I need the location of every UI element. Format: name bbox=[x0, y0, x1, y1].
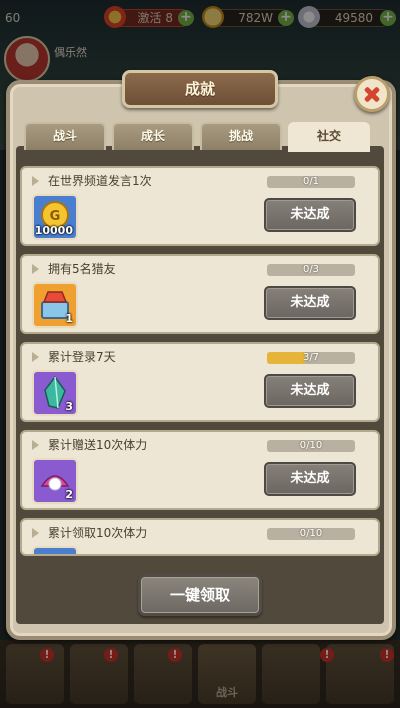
task-title: 在世界频道发言1次 bbox=[48, 174, 152, 188]
progress-text: 0/3 bbox=[302, 264, 320, 275]
progress-bar: 0/1 bbox=[267, 176, 355, 188]
dialog-title: 成就 bbox=[122, 70, 278, 108]
reward-count: 3 bbox=[65, 400, 73, 413]
gold-coin-icon[interactable]: G 10000 bbox=[32, 194, 78, 240]
list-item: 累计领取10次体力 0/10 bbox=[20, 518, 380, 556]
bullet-arrow-icon bbox=[32, 440, 39, 450]
progress-text: 0/10 bbox=[299, 440, 323, 451]
bullet-arrow-icon bbox=[32, 352, 39, 362]
reward-count: 10000 bbox=[34, 224, 73, 237]
progress-bar: 0/3 bbox=[267, 264, 355, 276]
tab-social[interactable]: 社交 bbox=[288, 122, 370, 152]
claim-button[interactable]: 未达成 bbox=[264, 286, 356, 320]
bullet-arrow-icon bbox=[32, 264, 39, 274]
progress-text: 0/10 bbox=[299, 528, 323, 539]
bullet-arrow-icon bbox=[32, 528, 39, 538]
claim-button[interactable]: 未达成 bbox=[264, 198, 356, 232]
list-item: 累计登录7天 3/7 3 未达成 bbox=[20, 342, 380, 422]
claim-button[interactable]: 未达成 bbox=[264, 462, 356, 496]
tab-challenge[interactable]: 挑战 bbox=[200, 122, 282, 150]
progress-bar: 3/7 bbox=[267, 352, 355, 364]
task-title: 累计赠送10次体力 bbox=[48, 438, 148, 452]
reward-count: 1 bbox=[65, 312, 73, 325]
reward-count: 2 bbox=[65, 488, 73, 501]
progress-bar: 0/10 bbox=[267, 528, 355, 540]
list-item: 在世界频道发言1次 0/1 G 10000 未达成 bbox=[20, 166, 380, 246]
claim-button[interactable]: 未达成 bbox=[264, 374, 356, 408]
task-title: 累计领取10次体力 bbox=[48, 526, 148, 540]
close-button[interactable] bbox=[354, 76, 390, 112]
list-item: 拥有5名猎友 0/3 1 未达成 bbox=[20, 254, 380, 334]
progress-text: 3/7 bbox=[302, 352, 320, 363]
bullet-arrow-icon bbox=[32, 176, 39, 186]
task-title: 累计登录7天 bbox=[48, 350, 116, 364]
progress-text: 0/1 bbox=[302, 176, 320, 187]
treasure-chest-icon[interactable]: 1 bbox=[32, 282, 78, 328]
progress-bar: 0/10 bbox=[267, 440, 355, 452]
claim-all-button[interactable]: 一键领取 bbox=[138, 574, 262, 616]
task-title: 拥有5名猎友 bbox=[48, 262, 116, 276]
pearl-shell-icon[interactable]: 2 bbox=[32, 458, 78, 504]
crystal-shard-icon[interactable]: 3 bbox=[32, 370, 78, 416]
svg-text:G: G bbox=[50, 209, 61, 224]
tab-growth[interactable]: 成长 bbox=[112, 122, 194, 150]
tab-battle[interactable]: 战斗 bbox=[24, 122, 106, 150]
list-item: 累计赠送10次体力 0/10 2 未达成 bbox=[20, 430, 380, 510]
reward-item-icon[interactable] bbox=[32, 546, 78, 554]
